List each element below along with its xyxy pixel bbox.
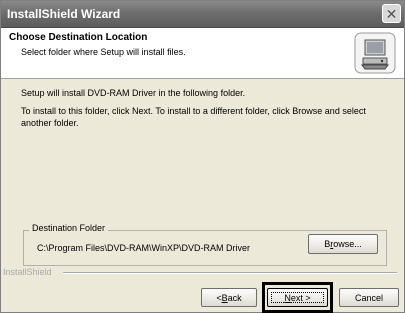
install-computer-icon (354, 32, 396, 74)
back-button[interactable]: < Back (201, 288, 257, 307)
cancel-button[interactable]: Cancel (339, 288, 399, 307)
page-title: Choose Destination Location (9, 32, 148, 43)
destination-folder-label: Destination Folder (29, 223, 109, 233)
wizard-header: Choose Destination Location Select folde… (1, 28, 404, 79)
browse-button[interactable]: Br owse... (308, 234, 378, 254)
back-label-post: ack (227, 292, 242, 303)
installshield-wizard-window: InstallShield Wizard ✕ Choose Destinatio… (0, 0, 405, 313)
title-bar[interactable]: InstallShield Wizard ✕ (1, 1, 404, 28)
next-button[interactable]: Next > (267, 288, 328, 307)
window-title: InstallShield Wizard (7, 7, 121, 21)
browse-label-post: owse... (333, 239, 362, 249)
focus-rectangle (271, 292, 324, 303)
destination-path: C:\Program Files\DVD-RAM\WinXP\DVD-RAM D… (37, 243, 251, 253)
close-icon: ✕ (385, 5, 398, 22)
footer-divider (63, 272, 397, 274)
installshield-brand: InstallShield (3, 267, 52, 277)
intro-text: Setup will install DVD-RAM Driver in the… (21, 88, 246, 98)
instructions-text: To install to this folder, click Next. T… (21, 106, 366, 128)
close-button[interactable]: ✕ (382, 4, 401, 23)
page-subtitle: Select folder where Setup will install f… (21, 47, 186, 57)
